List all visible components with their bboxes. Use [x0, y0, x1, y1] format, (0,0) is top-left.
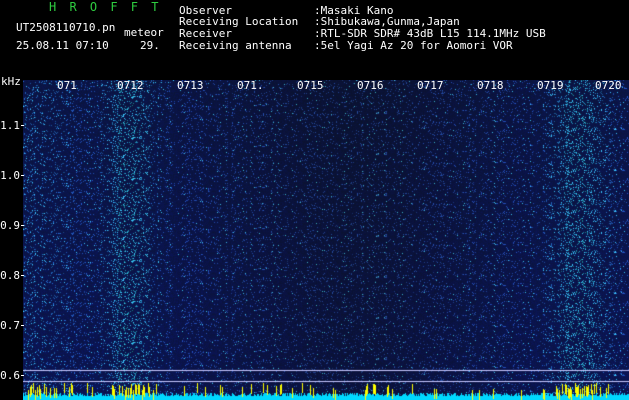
y-tick-label: 1.0 [0, 169, 20, 182]
y-tick-label: 0.9 [0, 219, 20, 232]
x-tick-label: 0719 [537, 79, 564, 92]
y-tick-label: 0.7 [0, 319, 20, 332]
location-value: :Shibukawa,Gunma,Japan [314, 15, 460, 28]
x-tick-label: 0720 [595, 79, 622, 92]
x-tick-label: 071. [237, 79, 264, 92]
y-axis-unit: kHz [1, 75, 21, 88]
y-tick-label: 0.6 [0, 369, 20, 382]
x-tick-label: 0717 [417, 79, 444, 92]
x-tick-label: 0712 [117, 79, 144, 92]
spectrogram-panel [23, 80, 629, 400]
y-tick-mark [21, 325, 24, 326]
y-tick-mark [21, 275, 24, 276]
y-tick-mark [21, 225, 24, 226]
receiver-label: Receiver [179, 27, 232, 40]
x-tick-label: 0713 [177, 79, 204, 92]
x-tick-label: 0715 [297, 79, 324, 92]
antenna-value: :5el Yagi Az 20 for Aomori VOR [314, 39, 513, 52]
x-tick-label: 071 [57, 79, 77, 92]
y-tick-mark [21, 375, 24, 376]
y-tick-mark [21, 125, 24, 126]
filename-label: UT2508110710.pn [16, 21, 116, 34]
antenna-label: Receiving antenna [179, 39, 292, 52]
observation-type-label: meteor [124, 26, 164, 39]
level-value: 29. [140, 39, 160, 52]
location-label: Receiving Location [179, 15, 299, 28]
receiver-value: :RTL-SDR SDR# 43dB L15 114.1MHz USB [314, 27, 546, 40]
y-tick-label: 1.1 [0, 119, 20, 132]
y-tick-label: 0.8 [0, 269, 20, 282]
x-tick-label: 0718 [477, 79, 504, 92]
date-time-label: 25.08.11 07:10 [16, 39, 109, 52]
x-tick-label: 0716 [357, 79, 384, 92]
spectrogram-canvas [23, 80, 629, 400]
app-title: H R O F F T [49, 0, 162, 14]
y-tick-mark [21, 175, 24, 176]
